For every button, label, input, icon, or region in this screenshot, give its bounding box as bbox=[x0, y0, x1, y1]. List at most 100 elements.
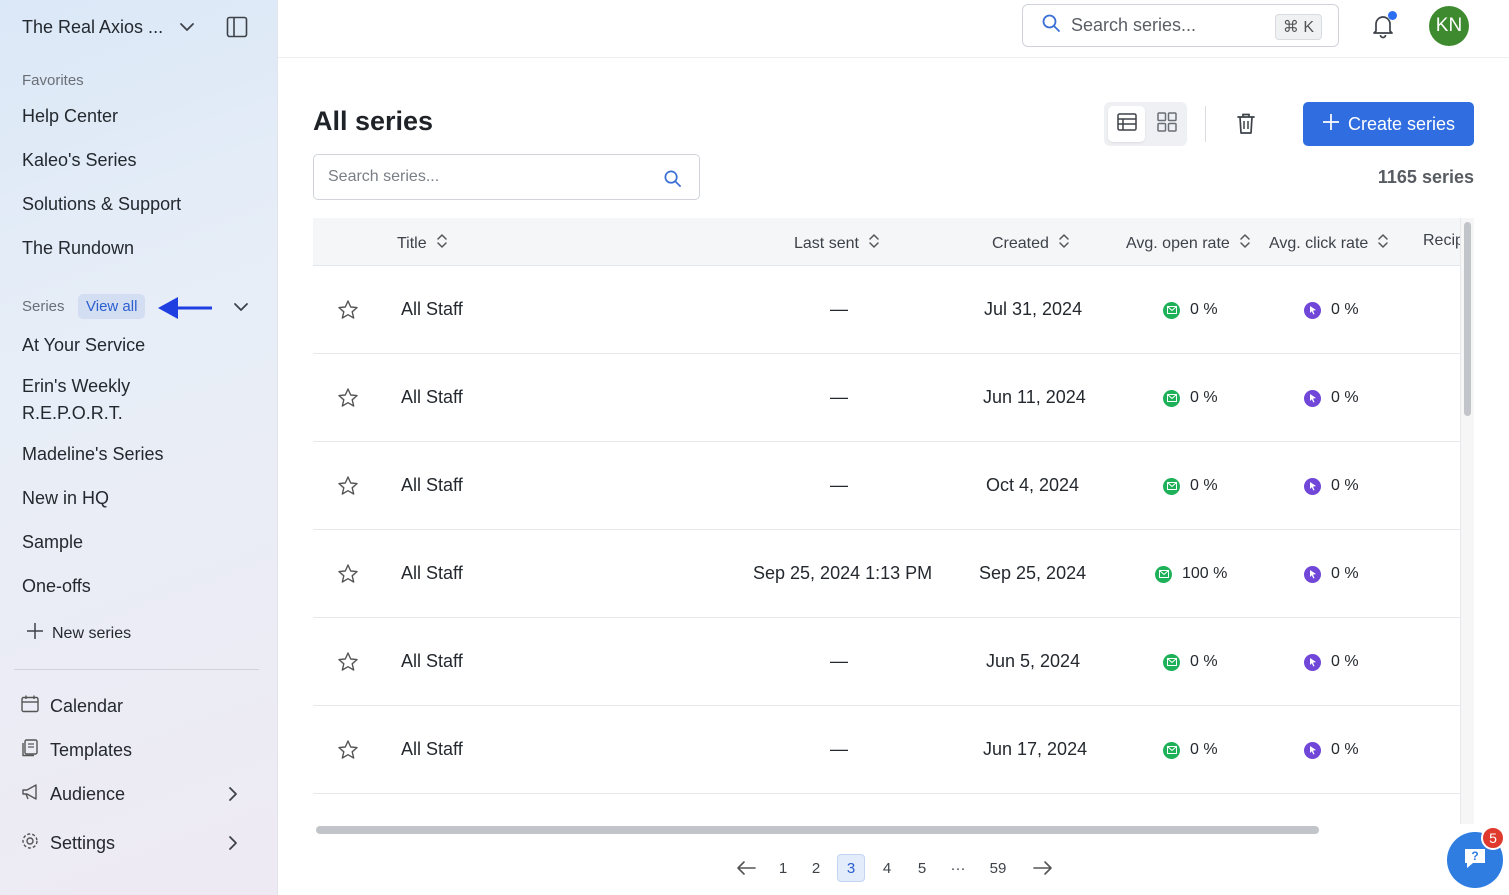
click-rate-value: 0 % bbox=[1331, 389, 1359, 406]
create-series-button[interactable]: Create series bbox=[1303, 102, 1474, 146]
series-label: Series bbox=[22, 298, 65, 315]
page-1[interactable]: 1 bbox=[769, 854, 797, 882]
page-5[interactable]: 5 bbox=[908, 854, 936, 882]
sidebar-item-the-rundown[interactable]: The Rundown bbox=[22, 235, 134, 262]
row-created: Jun 11, 2024 bbox=[983, 387, 1086, 407]
cursor-click-icon bbox=[1304, 741, 1321, 759]
series-count: 1165 series bbox=[1377, 167, 1474, 187]
open-rate-value: 0 % bbox=[1190, 741, 1218, 758]
row-open-rate: 0 % bbox=[1163, 653, 1218, 671]
notification-dot bbox=[1388, 11, 1397, 20]
sidebar-item-solutions-support[interactable]: Solutions & Support bbox=[22, 191, 181, 218]
prev-page-arrow-icon[interactable] bbox=[732, 854, 760, 882]
horizontal-scrollbar[interactable] bbox=[313, 824, 1460, 836]
next-page-arrow-icon[interactable] bbox=[1029, 854, 1057, 882]
column-created[interactable]: Created bbox=[992, 232, 1071, 255]
column-title-label: Title bbox=[397, 234, 427, 252]
cursor-click-icon bbox=[1304, 389, 1321, 407]
column-last-sent[interactable]: Last sent bbox=[794, 232, 881, 255]
sidebar-item-help-center[interactable]: Help Center bbox=[22, 103, 118, 130]
table-header: Title Last sent Created Avg. open rate A… bbox=[313, 218, 1460, 266]
row-title[interactable]: All Staff bbox=[401, 739, 463, 760]
page-59[interactable]: 59 bbox=[984, 854, 1012, 882]
sidebar-item-settings[interactable]: Settings bbox=[20, 831, 115, 856]
trash-icon[interactable] bbox=[1234, 111, 1258, 142]
star-icon[interactable] bbox=[337, 387, 359, 414]
star-icon[interactable] bbox=[337, 475, 359, 502]
global-search-input[interactable]: Search series... ⌘ K bbox=[1022, 4, 1339, 47]
series-search-input[interactable]: Search series... bbox=[313, 154, 700, 200]
page-3-current[interactable]: 3 bbox=[837, 854, 865, 882]
new-series-label: New series bbox=[52, 624, 132, 642]
favorites-label: Favorites bbox=[22, 72, 84, 89]
row-title[interactable]: All Staff bbox=[401, 387, 463, 408]
open-rate-value: 0 % bbox=[1190, 477, 1218, 494]
row-title[interactable]: All Staff bbox=[401, 475, 463, 496]
table-row[interactable]: All Staff — Oct 4, 2024 0 % 0 % bbox=[313, 442, 1460, 530]
table-row[interactable]: All Staff — Jun 17, 2024 0 % 0 % bbox=[313, 706, 1460, 794]
settings-label: Settings bbox=[50, 833, 116, 853]
shortcut-badge: ⌘ K bbox=[1274, 14, 1322, 40]
column-title[interactable]: Title bbox=[397, 232, 449, 255]
chevron-down-icon[interactable] bbox=[232, 300, 250, 321]
open-rate-value: 0 % bbox=[1190, 389, 1218, 406]
gear-icon bbox=[20, 831, 40, 856]
table-view-button[interactable] bbox=[1108, 106, 1145, 142]
view-toggle bbox=[1104, 102, 1187, 146]
column-open-rate[interactable]: Avg. open rate bbox=[1126, 232, 1252, 255]
row-title[interactable]: All Staff bbox=[401, 299, 463, 320]
page-ellipsis: ··· bbox=[950, 859, 966, 877]
envelope-icon bbox=[1163, 741, 1180, 759]
row-click-rate: 0 % bbox=[1304, 653, 1359, 671]
star-icon[interactable] bbox=[337, 651, 359, 678]
sidebar-item-erins-weekly[interactable]: Erin's Weekly R.E.P.O.R.T. bbox=[22, 373, 162, 427]
chevron-right-icon[interactable] bbox=[226, 785, 240, 808]
click-rate-value: 0 % bbox=[1331, 477, 1359, 494]
megaphone-icon bbox=[20, 782, 40, 807]
star-icon[interactable] bbox=[337, 739, 359, 766]
sidebar-item-audience[interactable]: Audience bbox=[20, 782, 125, 807]
sidebar-item-at-your-service[interactable]: At Your Service bbox=[22, 332, 145, 359]
new-series-button[interactable]: New series bbox=[26, 622, 131, 645]
vertical-scroll-thumb[interactable] bbox=[1464, 222, 1471, 416]
row-title[interactable]: All Staff bbox=[401, 651, 463, 672]
row-created: Sep 25, 2024 bbox=[979, 563, 1087, 583]
top-bar: Search series... ⌘ K KN bbox=[278, 0, 1509, 58]
workspace-switcher[interactable]: The Real Axios ... bbox=[22, 14, 258, 40]
page-4[interactable]: 4 bbox=[873, 854, 901, 882]
star-icon[interactable] bbox=[337, 299, 359, 326]
envelope-icon bbox=[1163, 301, 1180, 319]
table-row[interactable]: All Staff — Jun 5, 2024 0 % 0 % bbox=[313, 618, 1460, 706]
page-2[interactable]: 2 bbox=[802, 854, 830, 882]
workspace-name: The Real Axios ... bbox=[22, 16, 164, 37]
table-row[interactable]: All Staff — Jul 31, 2024 0 % 0 % bbox=[313, 266, 1460, 354]
sidebar-item-one-offs[interactable]: One-offs bbox=[22, 573, 91, 600]
sidebar-item-kaleos-series[interactable]: Kaleo's Series bbox=[22, 147, 137, 174]
column-click-rate[interactable]: Avg. click rate bbox=[1269, 232, 1390, 255]
sidebar-item-new-in-hq[interactable]: New in HQ bbox=[22, 485, 109, 512]
column-recipients[interactable]: Recip bbox=[1423, 232, 1460, 250]
sort-icon bbox=[435, 232, 449, 255]
avatar[interactable]: KN bbox=[1429, 6, 1469, 46]
row-last-sent: — bbox=[830, 387, 848, 407]
sidebar-item-sample[interactable]: Sample bbox=[22, 529, 83, 556]
star-icon[interactable] bbox=[337, 563, 359, 590]
templates-icon bbox=[20, 738, 40, 763]
view-all-button[interactable]: View all bbox=[78, 294, 146, 319]
column-click-rate-label: Avg. click rate bbox=[1269, 234, 1369, 252]
row-title[interactable]: All Staff bbox=[401, 563, 463, 584]
sidebar-toggle-icon[interactable] bbox=[226, 16, 248, 43]
help-badge: 5 bbox=[1481, 826, 1505, 850]
horizontal-scroll-thumb[interactable] bbox=[316, 826, 1319, 834]
grid-view-button[interactable] bbox=[1150, 106, 1183, 142]
row-last-sent: — bbox=[830, 299, 848, 319]
table-row[interactable]: All Staff — Jun 11, 2024 0 % 0 % bbox=[313, 354, 1460, 442]
sidebar-item-templates[interactable]: Templates bbox=[20, 738, 132, 763]
chevron-down-icon bbox=[178, 18, 196, 41]
toolbar-divider bbox=[1205, 106, 1206, 142]
vertical-scrollbar[interactable] bbox=[1460, 218, 1474, 824]
sidebar-item-madelines-series[interactable]: Madeline's Series bbox=[22, 441, 164, 468]
sidebar-item-calendar[interactable]: Calendar bbox=[20, 694, 123, 719]
row-created: Oct 4, 2024 bbox=[986, 475, 1080, 495]
table-row[interactable]: All Staff Sep 25, 2024 1:13 PM Sep 25, 2… bbox=[313, 530, 1460, 618]
